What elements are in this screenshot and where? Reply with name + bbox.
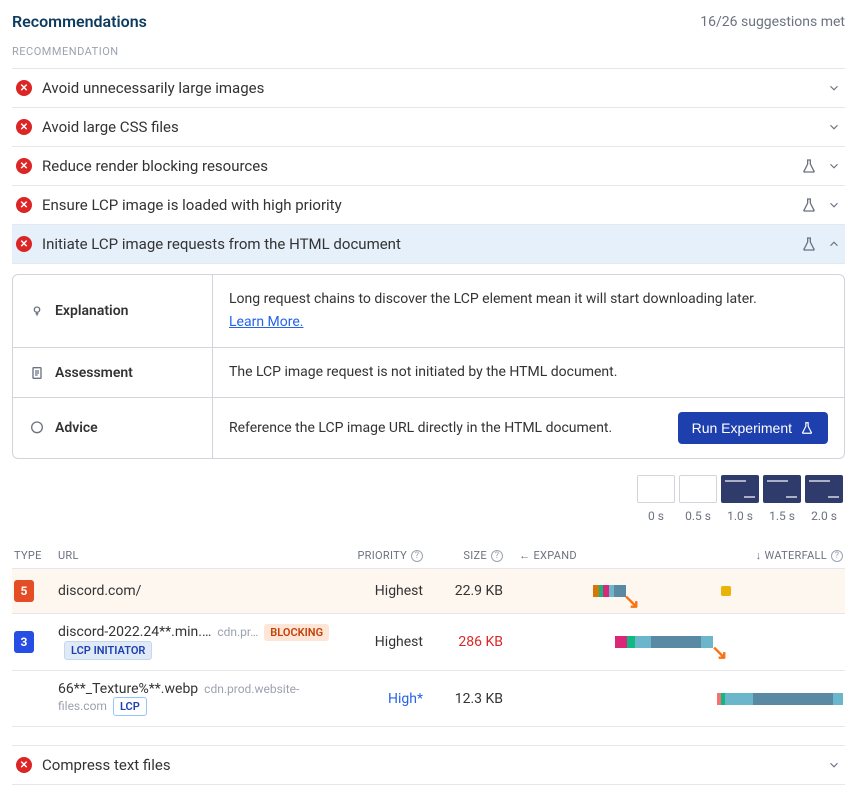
flask-icon	[800, 421, 814, 435]
recommendation-row[interactable]: ✕ Avoid unnecessarily large images	[12, 69, 845, 108]
badge-lcp: LCP	[113, 697, 147, 716]
col-url: URL	[58, 549, 333, 562]
advice-text: Reference the LCP image URL directly in …	[229, 418, 612, 439]
recommendation-list: ✕ Avoid unnecessarily large images ✕ Avoid …	[12, 68, 845, 264]
recommendation-text: Compress text files	[42, 756, 817, 774]
run-experiment-button[interactable]: Run Experiment	[678, 412, 828, 444]
section-label: RECOMMENDATION	[12, 41, 845, 62]
frame-thumbnail	[721, 475, 759, 503]
marker-icon	[721, 586, 731, 596]
badge-lcpinit: LCP INITIATOR	[64, 641, 152, 660]
recommendation-text: Ensure LCP image is loaded with high pri…	[42, 196, 791, 214]
table-body: 5discord.com/Highest22.9 KB↘3discord-202…	[12, 569, 845, 727]
help-icon[interactable]: ?	[491, 550, 503, 562]
priority-cell: Highest	[333, 583, 423, 599]
col-expand[interactable]: ← EXPAND	[503, 549, 593, 562]
priority-cell: High*	[333, 691, 423, 707]
html5-icon: 5	[14, 580, 34, 602]
chevron-up-icon	[827, 237, 841, 251]
page-title: Recommendations	[12, 12, 147, 31]
frame-time-label: 1.5 s	[769, 509, 795, 523]
recommendation-row[interactable]: ✕ Initiate LCP image requests from the HT…	[12, 225, 845, 264]
flask-icon[interactable]	[801, 197, 817, 213]
size-cell: 22.9 KB	[423, 583, 503, 599]
suggestions-status: 16/26 suggestions met	[700, 14, 845, 30]
filmstrip-frame[interactable]: 1.5 s	[763, 475, 801, 523]
table-row[interactable]: 3 discord-2022.24**.min.…cdn.pr…BLOCKINGL…	[12, 614, 845, 671]
size-cell: 12.3 KB	[423, 691, 503, 707]
frame-thumbnail	[805, 475, 843, 503]
recommendation-row[interactable]: ✕ Avoid large CSS files	[12, 108, 845, 147]
recommendation-row[interactable]: ✕ Compress text files	[12, 745, 845, 785]
recommendation-row[interactable]: ✕ Ensure LCP image is loaded with high pr…	[12, 186, 845, 225]
assessment-text: The LCP image request is not initiated b…	[229, 362, 617, 383]
url-cell: discord.com/	[58, 583, 333, 599]
chevron-down-icon	[827, 198, 841, 212]
filmstrip-frame[interactable]: 1.0 s	[721, 475, 759, 523]
frame-thumbnail	[637, 475, 675, 503]
waterfall-cell: ↘	[593, 579, 843, 603]
recommendation-text: Reduce render blocking resources	[42, 157, 791, 175]
explanation-text: Long request chains to discover the LCP …	[229, 291, 757, 307]
frame-thumbnail	[763, 475, 801, 503]
recommendation-text: Avoid large CSS files	[42, 118, 817, 136]
table-header: TYPE URL PRIORITY? SIZE? ← EXPAND ↓ WATE…	[12, 543, 845, 569]
col-waterfall[interactable]: ↓ WATERFALL?	[593, 549, 843, 562]
priority-cell: Highest	[333, 634, 423, 650]
col-type: TYPE	[14, 549, 58, 562]
advice-label: Advice	[55, 420, 98, 436]
arrow-down-icon: ↘	[623, 589, 640, 613]
waterfall-cell: ↘	[593, 630, 843, 654]
clipboard-icon	[29, 365, 45, 381]
chat-icon	[29, 420, 45, 436]
frame-time-label: 0 s	[648, 509, 664, 523]
flask-icon[interactable]	[801, 236, 817, 252]
filmstrip-frame[interactable]: 2.0 s	[805, 475, 843, 523]
chevron-down-icon	[827, 81, 841, 95]
filmstrip: 0 s 0.5 s 1.0 s 1.5 s 2.0 s	[637, 475, 843, 523]
recommendation-text: Initiate LCP image requests from the HTM…	[42, 235, 791, 253]
chevron-down-icon	[827, 159, 841, 173]
waterfall-cell	[593, 687, 843, 711]
lightbulb-icon	[29, 303, 45, 319]
recommendation-row[interactable]: ✕ Reduce render blocking resources	[12, 147, 845, 186]
table-row[interactable]: 5 discord.com/Highest22.9 KB ↘	[12, 569, 845, 614]
table-row[interactable]: 66**_Texture%**.webpcdn.prod.website-fil…	[12, 671, 845, 727]
col-size[interactable]: SIZE?	[423, 549, 503, 562]
url-cell: 66**_Texture%**.webpcdn.prod.website-fil…	[58, 681, 333, 716]
fail-icon: ✕	[16, 757, 32, 773]
frame-thumbnail	[679, 475, 717, 503]
fail-icon: ✕	[16, 119, 32, 135]
detail-table: Explanation Long request chains to disco…	[12, 274, 845, 459]
frame-time-label: 0.5 s	[685, 509, 711, 523]
size-cell: 286 KB	[423, 634, 503, 650]
help-icon[interactable]: ?	[831, 550, 843, 562]
chevron-down-icon	[827, 120, 841, 134]
learn-more-link[interactable]: Learn More.	[229, 312, 757, 333]
fail-icon: ✕	[16, 80, 32, 96]
flask-icon[interactable]	[801, 158, 817, 174]
css3-icon: 3	[14, 631, 34, 653]
frame-time-label: 1.0 s	[727, 509, 753, 523]
assessment-label: Assessment	[55, 365, 133, 381]
fail-icon: ✕	[16, 158, 32, 174]
frame-time-label: 2.0 s	[811, 509, 837, 523]
filmstrip-frame[interactable]: 0 s	[637, 475, 675, 523]
help-icon[interactable]: ?	[411, 550, 423, 562]
fail-icon: ✕	[16, 197, 32, 213]
explanation-label: Explanation	[55, 303, 128, 319]
filmstrip-frame[interactable]: 0.5 s	[679, 475, 717, 523]
badge-blocking: BLOCKING	[264, 624, 329, 641]
col-priority[interactable]: PRIORITY?	[333, 549, 423, 562]
recommendation-text: Avoid unnecessarily large images	[42, 79, 817, 97]
arrow-down-icon: ↘	[711, 640, 728, 664]
fail-icon: ✕	[16, 236, 32, 252]
chevron-down-icon	[827, 758, 841, 772]
url-cell: discord-2022.24**.min.…cdn.pr…BLOCKINGLC…	[58, 624, 333, 660]
